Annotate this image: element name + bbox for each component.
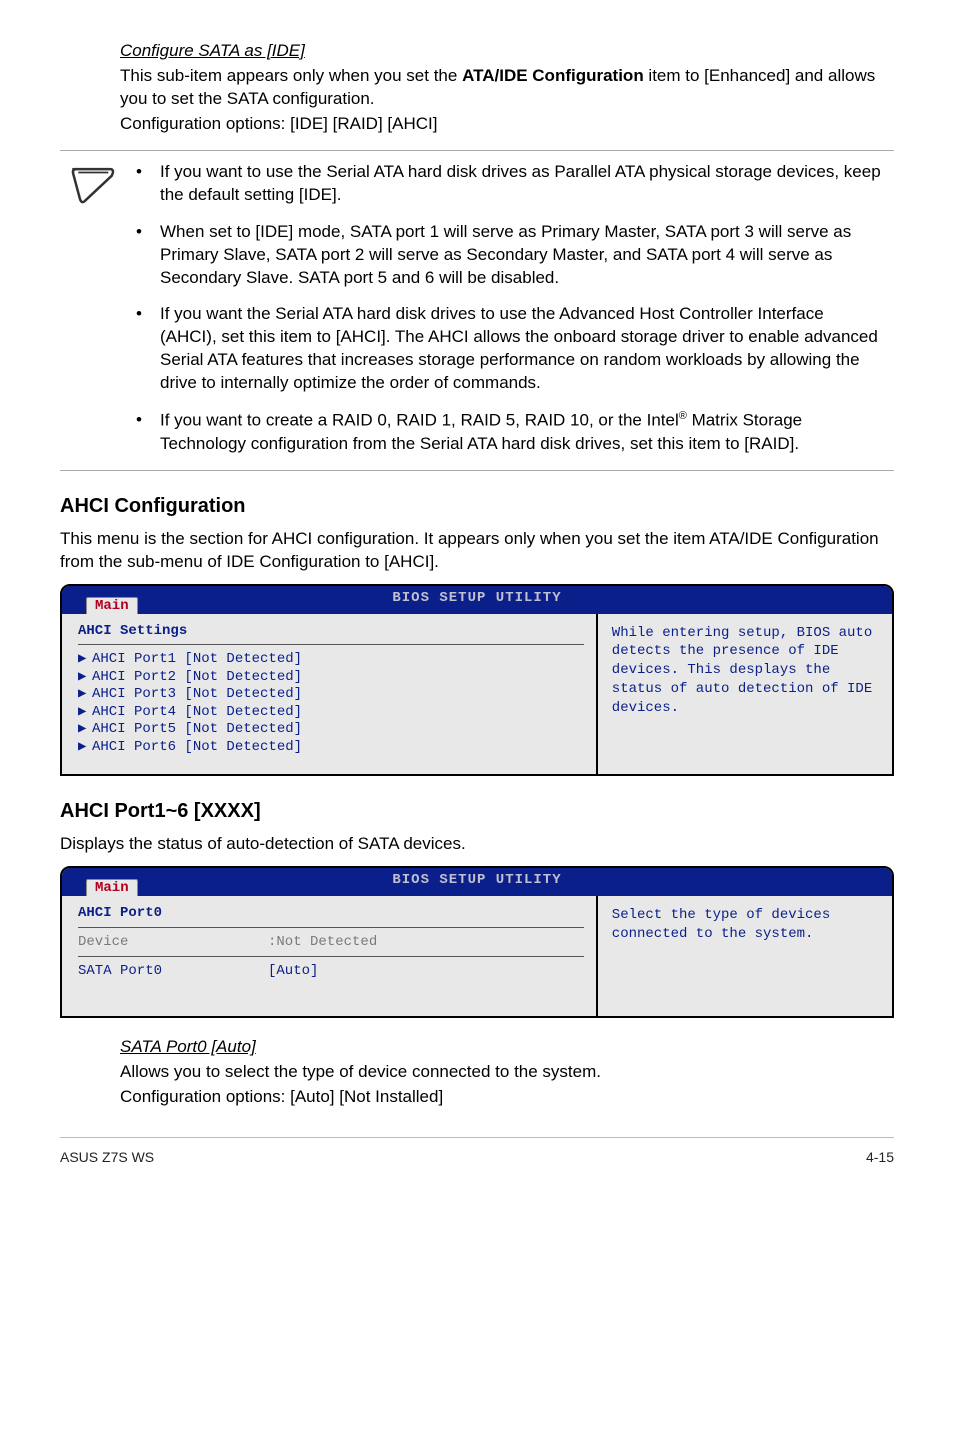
bios-title: BIOS SETUP UTILITY [62,871,892,890]
bios-title: BIOS SETUP UTILITY [62,589,892,608]
bios-tab-main[interactable]: Main [86,597,138,614]
chevron-right-icon: ▶ [78,704,92,722]
bios-row-label: AHCI Port4 [Not Detected] [92,704,302,720]
bios-field-label: SATA Port0 [78,963,268,981]
registered-mark: ® [679,410,687,422]
bios-titlebar: BIOS SETUP UTILITY Main [62,586,892,614]
note-item: • If you want the Serial ATA hard disk d… [130,303,894,395]
divider [78,956,584,957]
bios-row-label: AHCI Port2 [Not Detected] [92,669,302,685]
ahci-port-desc: Displays the status of auto-detection of… [60,833,894,856]
bios-field-value: [Auto] [268,963,318,979]
chevron-right-icon: ▶ [78,739,92,757]
text-bold: ATA/IDE Configuration [462,66,644,85]
bios-row-readonly: Device:Not Detected [78,934,584,952]
bios-titlebar: BIOS SETUP UTILITY Main [62,868,892,896]
note-item: • When set to [IDE] mode, SATA port 1 wi… [130,221,894,290]
bios-tab-main[interactable]: Main [86,879,138,896]
bios-panel-ahci-port: BIOS SETUP UTILITY Main AHCI Port0 Devic… [60,866,894,1018]
note-item: • If you want to use the Serial ATA hard… [130,161,894,207]
bios-row[interactable]: ▶AHCI Port3 [Not Detected] [78,686,584,704]
configure-sata-options: Configuration options: [IDE] [RAID] [AHC… [120,113,894,136]
ahci-configuration-desc: This menu is the section for AHCI config… [60,528,894,574]
bios-body: AHCI Settings ▶AHCI Port1 [Not Detected]… [62,614,892,775]
bullet-icon: • [130,161,160,207]
footer-product: ASUS Z7S WS [60,1148,154,1167]
bios-row[interactable]: ▶AHCI Port6 [Not Detected] [78,739,584,757]
bios-left-pane: AHCI Port0 Device:Not Detected SATA Port… [62,896,596,1016]
bios-row[interactable]: ▶AHCI Port1 [Not Detected] [78,651,584,669]
note-list: • If you want to use the Serial ATA hard… [130,161,894,456]
configure-sata-section: Configure SATA as [IDE] This sub-item ap… [120,40,894,136]
bios-help-pane: Select the type of devices connected to … [596,896,892,1016]
bios-help-text: Select the type of devices connected to … [612,906,878,944]
bios-row[interactable]: ▶AHCI Port4 [Not Detected] [78,704,584,722]
note-text: If you want the Serial ATA hard disk dri… [160,303,884,395]
bios-field-label: Device [78,934,268,952]
bios-help-text: While entering setup, BIOS auto detects … [612,624,878,718]
bullet-icon: • [130,221,160,290]
bios-row[interactable]: ▶AHCI Port2 [Not Detected] [78,669,584,687]
sata-port0-desc: Allows you to select the type of device … [120,1061,894,1084]
bios-row-label: AHCI Port5 [Not Detected] [92,721,302,737]
note-block: • If you want to use the Serial ATA hard… [60,150,894,471]
divider [78,927,584,928]
text-fragment: This sub-item appears only when you set … [120,66,462,85]
chevron-right-icon: ▶ [78,721,92,739]
bios-help-pane: While entering setup, BIOS auto detects … [596,614,892,775]
spacer [78,980,584,998]
bios-panel-ahci-settings: BIOS SETUP UTILITY Main AHCI Settings ▶A… [60,584,894,777]
bios-section-heading: AHCI Port0 [78,904,584,923]
sata-port0-subtitle: SATA Port0 [Auto] [120,1036,894,1059]
ahci-port-heading: AHCI Port1~6 [XXXX] [60,798,894,825]
chevron-right-icon: ▶ [78,686,92,704]
sata-port0-options: Configuration options: [Auto] [Not Insta… [120,1086,894,1109]
text-fragment: If you want to create a RAID 0, RAID 1, … [160,411,679,430]
divider [78,644,584,645]
bios-row-label: AHCI Port1 [Not Detected] [92,651,302,667]
footer-page-number: 4-15 [866,1148,894,1167]
note-text: When set to [IDE] mode, SATA port 1 will… [160,221,884,290]
bios-section-heading: AHCI Settings [78,622,584,641]
configure-sata-subtitle: Configure SATA as [IDE] [120,40,894,63]
note-text: If you want to create a RAID 0, RAID 1, … [160,409,884,456]
bios-left-pane: AHCI Settings ▶AHCI Port1 [Not Detected]… [62,614,596,775]
configure-sata-desc: This sub-item appears only when you set … [120,65,894,111]
chevron-right-icon: ▶ [78,651,92,669]
ahci-configuration-heading: AHCI Configuration [60,493,894,520]
bios-row-label: AHCI Port3 [Not Detected] [92,686,302,702]
bios-row[interactable]: ▶AHCI Port5 [Not Detected] [78,721,584,739]
page-footer: ASUS Z7S WS 4-15 [60,1137,894,1167]
bios-row-label: AHCI Port6 [Not Detected] [92,739,302,755]
bios-body: AHCI Port0 Device:Not Detected SATA Port… [62,896,892,1016]
bullet-icon: • [130,303,160,395]
note-text: If you want to use the Serial ATA hard d… [160,161,884,207]
chevron-right-icon: ▶ [78,669,92,687]
sata-port0-section: SATA Port0 [Auto] Allows you to select t… [120,1036,894,1109]
bios-field-value: :Not Detected [268,934,377,950]
note-icon [60,161,130,456]
bios-row[interactable]: SATA Port0[Auto] [78,963,584,981]
note-item: • If you want to create a RAID 0, RAID 1… [130,409,894,456]
bullet-icon: • [130,409,160,456]
